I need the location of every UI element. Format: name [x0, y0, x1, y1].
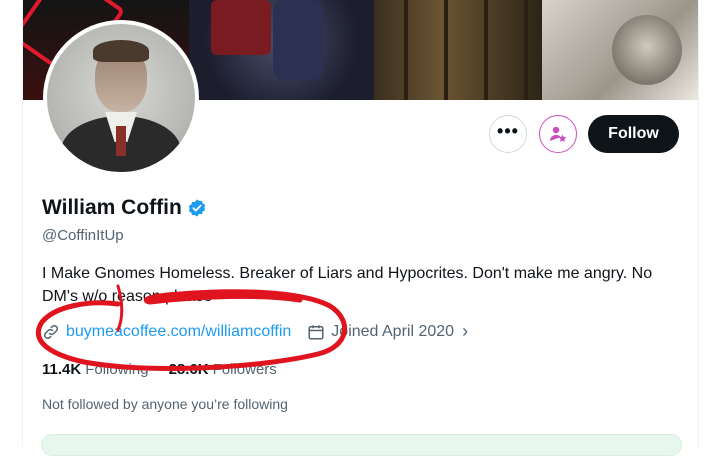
- avatar-photo: [47, 24, 195, 172]
- avatar[interactable]: [43, 20, 199, 176]
- following-label: Following: [85, 361, 149, 378]
- profile-meta: buymeacoffee.com/williamcoffin Joined Ap…: [42, 321, 468, 342]
- following-count: 11.4K: [42, 361, 82, 378]
- joined-date: Joined April 2020: [331, 322, 455, 340]
- more-button[interactable]: •••: [489, 115, 527, 153]
- banner-image-4: [542, 0, 698, 100]
- profile-bio: I Make Gnomes Homeless. Breaker of Liars…: [42, 265, 653, 305]
- banner-image-3: [374, 0, 542, 100]
- not-followed-notice: Not followed by anyone you’re following: [42, 396, 288, 412]
- banner-image-2: [189, 0, 374, 100]
- followers-label: Followers: [212, 361, 277, 378]
- bottom-banner: [41, 434, 682, 456]
- subscribe-button[interactable]: [539, 115, 577, 153]
- followers-link[interactable]: 28.6K Followers: [169, 361, 277, 378]
- chevron-right-icon[interactable]: ›: [462, 321, 468, 342]
- follow-stats: 11.4K Following 28.6K Followers: [42, 361, 277, 378]
- followers-count: 28.6K: [168, 361, 209, 378]
- page-margin: [0, 0, 22, 447]
- display-name: William Coffin: [42, 196, 182, 219]
- profile-card: ••• Follow William Coffin @CoffinItUp I …: [22, 0, 699, 456]
- calendar-icon: [308, 324, 324, 339]
- subscribe-star-icon: [550, 126, 567, 142]
- link-icon: [43, 324, 59, 339]
- profile-handle: @CoffinItUp: [42, 227, 124, 244]
- name-row: William Coffin: [42, 196, 207, 220]
- follow-button[interactable]: Follow: [588, 115, 679, 153]
- website-link[interactable]: buymeacoffee.com/williamcoffin: [66, 323, 291, 341]
- more-icon: •••: [497, 121, 519, 141]
- following-link[interactable]: 11.4K Following: [42, 361, 149, 378]
- verified-badge-icon[interactable]: [187, 198, 207, 218]
